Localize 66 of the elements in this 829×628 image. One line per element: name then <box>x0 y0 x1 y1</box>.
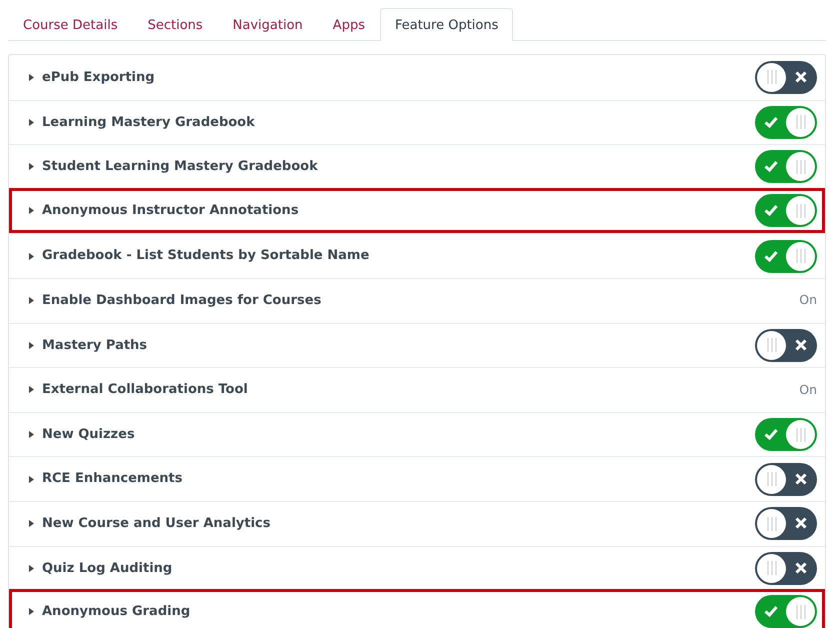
toggle-switch[interactable] <box>755 240 817 273</box>
feature-name[interactable]: Student Learning Mastery Gradebook <box>42 157 318 177</box>
caret-icon[interactable] <box>29 386 34 394</box>
grip-icon <box>766 70 778 84</box>
caret-icon[interactable] <box>29 163 34 170</box>
grip-icon <box>766 561 778 576</box>
close-icon <box>795 562 807 574</box>
grip-icon <box>794 204 806 218</box>
caret-icon[interactable] <box>29 431 34 438</box>
close-icon <box>795 517 807 530</box>
feature-name[interactable]: RCE Enhancements <box>42 469 182 489</box>
check-icon <box>764 428 778 440</box>
grip-icon <box>794 160 806 174</box>
caret-icon[interactable] <box>29 252 34 260</box>
check-icon <box>764 204 778 216</box>
feature-name[interactable]: New Quizzes <box>42 424 135 444</box>
toggle-switch[interactable] <box>755 462 817 496</box>
grip-icon <box>794 249 806 264</box>
tab[interactable]: Sections <box>132 8 218 41</box>
toggle-switch[interactable] <box>755 150 817 184</box>
check-icon <box>764 160 778 172</box>
feature-name[interactable]: Enable Dashboard Images for Courses <box>42 291 322 311</box>
caret-icon[interactable] <box>29 342 34 349</box>
grip-icon <box>766 338 778 352</box>
feature-name[interactable]: Anonymous Grading <box>42 602 190 622</box>
caret-icon[interactable] <box>29 207 34 214</box>
feature-name[interactable]: External Collaborations Tool <box>42 380 248 400</box>
tab[interactable]: Course Details <box>8 8 133 41</box>
tab[interactable]: Feature Options <box>380 8 514 41</box>
toggle-switch[interactable] <box>755 595 817 628</box>
caret-icon[interactable] <box>29 476 34 483</box>
tab[interactable]: Apps <box>318 8 380 41</box>
toggle-switch[interactable] <box>755 328 817 362</box>
toggle-switch[interactable] <box>755 60 817 94</box>
grip-icon <box>794 604 806 619</box>
caret-icon[interactable] <box>29 74 34 81</box>
close-icon <box>795 338 807 351</box>
caret-icon[interactable] <box>29 297 34 304</box>
grip-icon <box>794 115 806 130</box>
tab[interactable]: Navigation <box>218 8 318 41</box>
check-icon <box>764 250 778 262</box>
close-icon <box>795 70 807 83</box>
caret-icon[interactable] <box>29 564 34 572</box>
caret-icon[interactable] <box>29 520 34 528</box>
toggle-switch[interactable] <box>755 194 817 228</box>
toggle-switch[interactable] <box>755 106 817 139</box>
feature-name[interactable]: New Course and User Analytics <box>42 514 270 534</box>
toggle-switch[interactable] <box>755 507 817 540</box>
check-icon <box>764 116 778 128</box>
toggle-switch[interactable] <box>755 552 817 585</box>
grip-icon <box>766 516 778 531</box>
grip-icon <box>794 428 806 442</box>
feature-name[interactable]: Quiz Log Auditing <box>42 558 172 578</box>
feature-name[interactable]: ePub Exporting <box>42 68 155 88</box>
caret-icon[interactable] <box>29 118 34 126</box>
status-label: On <box>799 291 817 310</box>
feature-name[interactable]: Anonymous Instructor Annotations <box>42 200 299 220</box>
caret-icon[interactable] <box>29 608 34 616</box>
status-label: On <box>799 380 817 399</box>
grip-icon <box>766 472 778 486</box>
feature-name[interactable]: Gradebook - List Students by Sortable Name <box>42 246 370 266</box>
close-icon <box>795 472 807 485</box>
feature-name[interactable]: Mastery Paths <box>42 336 148 356</box>
check-icon <box>764 605 778 618</box>
feature-name[interactable]: Learning Mastery Gradebook <box>42 112 255 132</box>
toggle-switch[interactable] <box>755 418 817 452</box>
